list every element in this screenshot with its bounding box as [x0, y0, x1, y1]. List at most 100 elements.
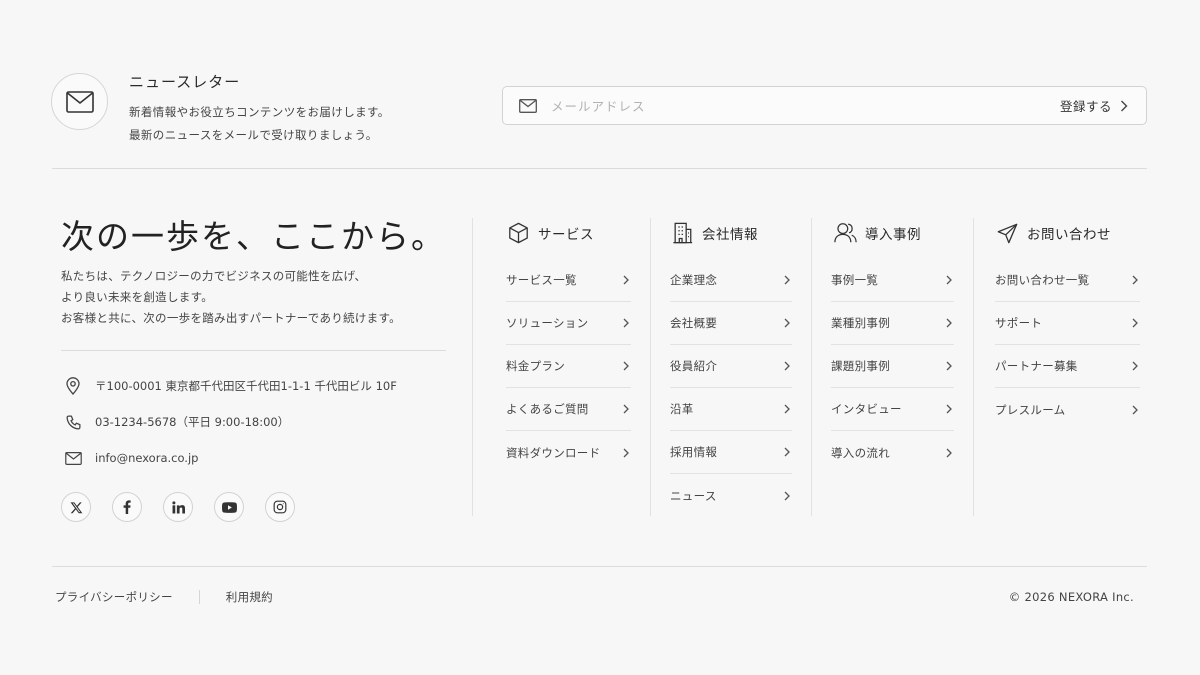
nav-link-cases-by-industry[interactable]: 業種別事例	[831, 302, 954, 345]
column-divider	[472, 218, 473, 516]
mail-icon	[64, 451, 82, 465]
nav-link-news[interactable]: ニュース	[670, 474, 792, 517]
nav-list: 企業理念 会社概要 役員紹介 沿革 採用情報 ニュース	[670, 259, 792, 517]
address-text: 〒100-0001 東京都千代田区千代田1-1-1 千代田ビル 10F	[95, 379, 397, 393]
newsletter-description-line: 最新のニュースをメールで受け取りましょう。	[129, 128, 378, 142]
chevron-right-icon	[946, 318, 952, 328]
brand-intro-line: より良い未来を創造します。	[61, 290, 214, 304]
nav-heading-services: サービス	[506, 221, 594, 245]
terms-link[interactable]: 利用規約	[226, 589, 273, 605]
chevron-right-icon	[623, 404, 629, 414]
column-divider	[973, 218, 974, 516]
newsletter-form: 登録する	[502, 86, 1147, 125]
newsletter-title: ニュースレター	[129, 73, 241, 91]
subscribe-button-label: 登録する	[1059, 99, 1112, 114]
nav-link-downloads[interactable]: 資料ダウンロード	[506, 431, 631, 474]
chevron-right-icon	[623, 361, 629, 371]
chevron-right-icon	[946, 361, 952, 371]
column-divider	[811, 218, 812, 516]
privacy-policy-link[interactable]: プライバシーポリシー	[55, 589, 173, 605]
chevron-right-icon	[1132, 405, 1138, 414]
brand-intro-line: お客様と共に、次の一歩を踏み出すパートナーであり続けます。	[61, 311, 401, 325]
chevron-right-icon	[946, 404, 952, 414]
social-youtube-button[interactable]	[214, 492, 244, 522]
envelope-icon	[65, 90, 94, 113]
brand-intro: 私たちは、テクノロジーの力でビジネスの可能性を広げ、 より良い未来を創造します。…	[61, 266, 401, 329]
nav-link-support[interactable]: サポート	[995, 302, 1140, 345]
nav-heading-label: 導入事例	[865, 227, 921, 243]
nav-heading-cases: 導入事例	[833, 221, 921, 245]
x-icon	[70, 501, 82, 513]
social-links	[61, 492, 295, 522]
nav-link-overview[interactable]: 会社概要	[670, 302, 792, 345]
nav-link-partners[interactable]: パートナー募集	[995, 345, 1140, 388]
chevron-right-icon	[784, 491, 790, 500]
nav-link-pricing[interactable]: 料金プラン	[506, 345, 631, 388]
chevron-right-icon	[623, 318, 629, 328]
newsletter-description: 新着情報やお役立ちコンテンツをお届けします。 最新のニュースをメールで受け取りま…	[129, 101, 390, 147]
nav-list: サービス一覧 ソリューション 料金プラン よくあるご質問 資料ダウンロード	[506, 259, 631, 474]
nav-link-adoption-flow[interactable]: 導入の流れ	[831, 431, 954, 474]
chevron-right-icon	[784, 275, 790, 285]
nav-link-service-list[interactable]: サービス一覧	[506, 259, 631, 302]
nav-link-history[interactable]: 沿革	[670, 388, 792, 431]
nav-link-careers[interactable]: 採用情報	[670, 431, 792, 474]
cube-icon	[508, 222, 528, 244]
nav-heading-company: 会社情報	[670, 221, 758, 245]
newsletter-icon-badge	[51, 73, 108, 130]
youtube-icon	[221, 501, 237, 513]
legal-links: プライバシーポリシー 利用規約	[55, 589, 273, 605]
social-facebook-button[interactable]	[112, 492, 142, 522]
chevron-right-icon	[623, 275, 629, 285]
phone-icon	[65, 414, 81, 430]
chevron-right-icon	[1132, 361, 1138, 371]
linkedin-icon	[171, 500, 185, 513]
footer-divider	[52, 566, 1147, 567]
nav-link-solutions[interactable]: ソリューション	[506, 302, 631, 345]
contact-email: info@nexora.co.jp	[63, 448, 198, 468]
nav-link-executives[interactable]: 役員紹介	[670, 345, 792, 388]
chevron-right-icon	[623, 448, 629, 457]
nav-link-philosophy[interactable]: 企業理念	[670, 259, 792, 302]
newsletter-description-line: 新着情報やお役立ちコンテンツをお届けします。	[129, 105, 390, 119]
email-input[interactable]	[551, 93, 1011, 119]
copyright-text: © 2026 NEXORA Inc.	[1008, 590, 1134, 604]
chevron-right-icon	[1121, 100, 1128, 111]
nav-link-faq[interactable]: よくあるご質問	[506, 388, 631, 431]
chevron-right-icon	[1132, 275, 1138, 285]
social-linkedin-button[interactable]	[163, 492, 193, 522]
chevron-right-icon	[784, 361, 790, 371]
chevron-right-icon	[1132, 318, 1138, 328]
building-icon	[672, 222, 692, 244]
section-divider	[52, 168, 1147, 169]
email-link[interactable]: info@nexora.co.jp	[95, 451, 198, 465]
contact-address: 〒100-0001 東京都千代田区千代田1-1-1 千代田ビル 10F	[63, 376, 397, 396]
nav-list: 事例一覧 業種別事例 課題別事例 インタビュー 導入の流れ	[831, 259, 954, 474]
nav-heading-label: サービス	[538, 227, 594, 243]
brand-divider	[61, 350, 446, 351]
user-icon	[833, 223, 857, 243]
social-x-button[interactable]	[61, 492, 91, 522]
chevron-right-icon	[784, 447, 790, 457]
nav-list: お問い合わせ一覧 サポート パートナー募集 プレスルーム	[995, 259, 1140, 431]
chevron-right-icon	[784, 318, 790, 328]
contact-phone: 03-1234-5678（平日 9:00-18:00）	[63, 412, 289, 432]
nav-link-case-list[interactable]: 事例一覧	[831, 259, 954, 302]
nav-link-pressroom[interactable]: プレスルーム	[995, 388, 1140, 431]
nav-heading-label: 会社情報	[702, 227, 758, 243]
instagram-icon	[273, 500, 287, 514]
social-instagram-button[interactable]	[265, 492, 295, 522]
paper-plane-icon	[997, 223, 1017, 243]
nav-link-contact-list[interactable]: お問い合わせ一覧	[995, 259, 1140, 302]
subscribe-button[interactable]: 登録する	[1060, 87, 1128, 124]
nav-heading-contact: お問い合わせ	[995, 221, 1111, 245]
nav-link-interviews[interactable]: インタビュー	[831, 388, 954, 431]
brand-headline: 次の一歩を、ここから。	[61, 217, 446, 256]
mail-icon	[519, 99, 537, 113]
legal-separator	[198, 590, 200, 604]
nav-link-cases-by-issue[interactable]: 課題別事例	[831, 345, 954, 388]
chevron-right-icon	[946, 275, 952, 285]
phone-text[interactable]: 03-1234-5678（平日 9:00-18:00）	[95, 414, 289, 430]
nav-heading-label: お問い合わせ	[1027, 227, 1111, 243]
chevron-right-icon	[784, 404, 790, 414]
